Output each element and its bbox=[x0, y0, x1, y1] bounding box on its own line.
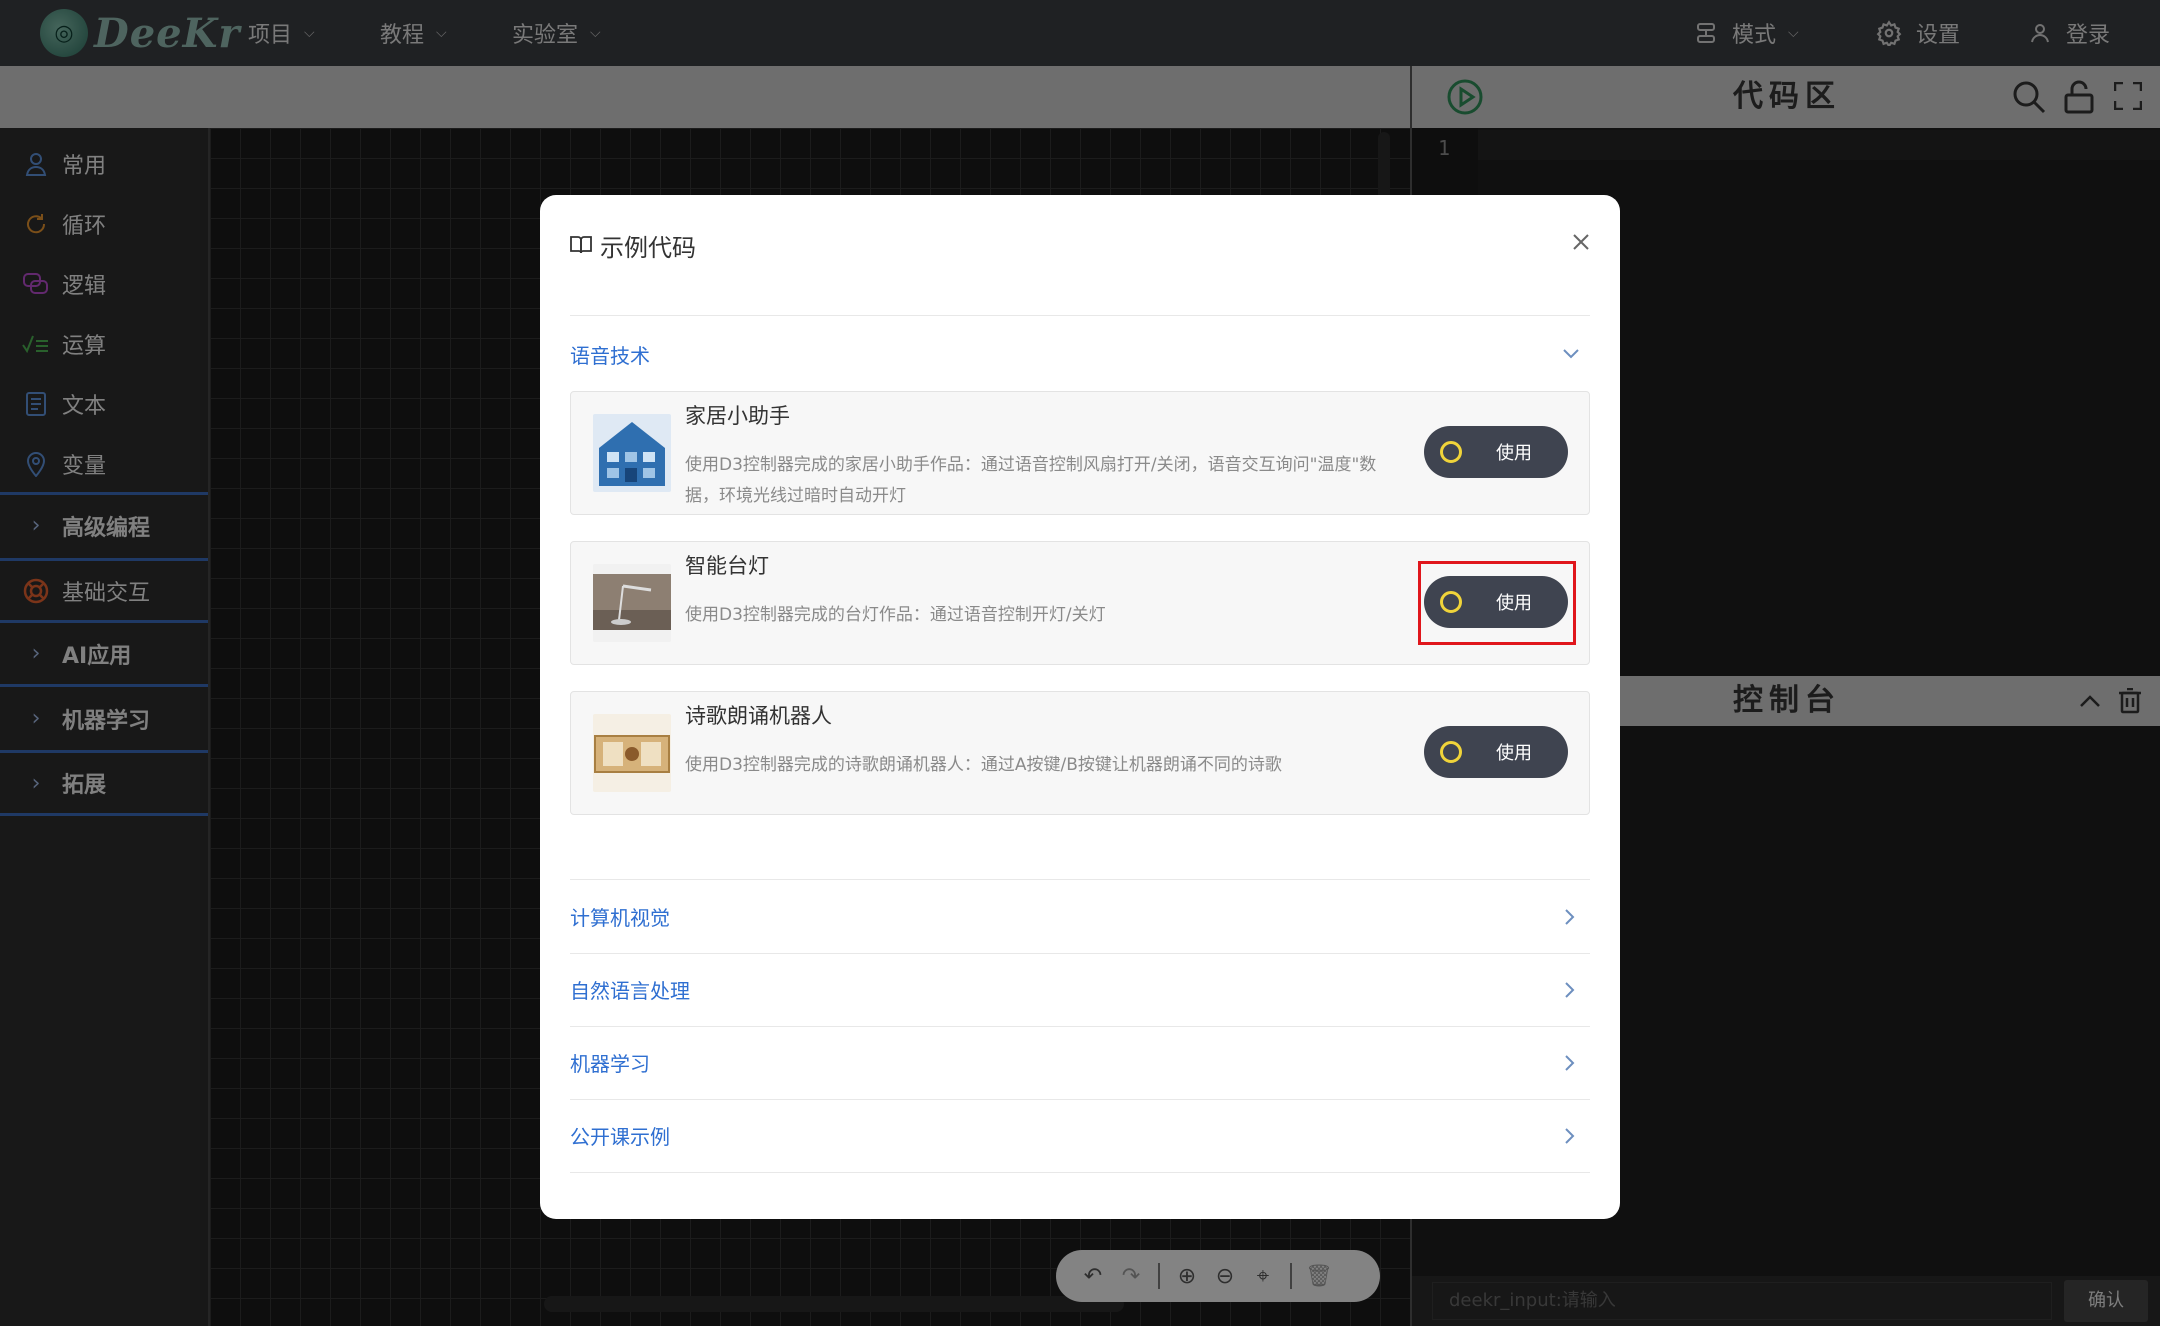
chevron-down-icon bbox=[1563, 349, 1579, 359]
example-card: 诗歌朗诵机器人 使用D3控制器完成的诗歌朗诵机器人：通过A按键/B按键让机器朗诵… bbox=[570, 691, 1590, 815]
dialog-divider bbox=[570, 315, 1590, 316]
dialog-title-text: 示例代码 bbox=[600, 233, 696, 262]
section-label: 自然语言处理 bbox=[570, 979, 690, 1003]
section-label: 计算机视觉 bbox=[570, 906, 670, 930]
card-title: 智能台灯 bbox=[685, 554, 769, 578]
ring-icon bbox=[1440, 441, 1462, 463]
close-icon[interactable] bbox=[1566, 227, 1596, 257]
card-title: 诗歌朗诵机器人 bbox=[685, 704, 832, 728]
app-root: ◎ DeeKr 项目 ⌵ 教程 ⌵ 实验室 ⌵ 模式 ⌵ 设置 登录 ↶ ↷ ⊕… bbox=[0, 0, 2160, 1326]
section-speech[interactable]: 语音技术 bbox=[570, 317, 1590, 391]
chevron-right-icon bbox=[1565, 1127, 1575, 1144]
poetry-robot-thumbnail bbox=[593, 714, 671, 792]
use-button-label: 使用 bbox=[1496, 443, 1532, 464]
dialog-title: 示例代码 bbox=[570, 225, 696, 265]
desk-lamp-thumbnail bbox=[593, 564, 671, 642]
card-description: 使用D3控制器完成的诗歌朗诵机器人：通过A按键/B按键让机器朗诵不同的诗歌 bbox=[685, 755, 1282, 775]
section-computer-vision[interactable]: 计算机视觉 bbox=[570, 880, 1590, 954]
card-title: 家居小助手 bbox=[685, 404, 790, 428]
card-description: 使用D3控制器完成的家居小助手作品：通过语音控制风扇打开/关闭，语音交互询问"温… bbox=[685, 455, 1377, 506]
book-icon bbox=[570, 236, 592, 254]
use-button[interactable]: 使用 bbox=[1424, 726, 1568, 778]
chevron-right-icon bbox=[1565, 1054, 1575, 1071]
section-label: 机器学习 bbox=[570, 1052, 650, 1076]
card-description: 使用D3控制器完成的台灯作品：通过语音控制开灯/关灯 bbox=[685, 605, 1106, 625]
use-button-label: 使用 bbox=[1496, 743, 1532, 764]
example-code-dialog: 示例代码 语音技术 家居小助手 使用D3控制器完成的家居小助手作品：通过语音控制… bbox=[540, 195, 1620, 1219]
section-label: 公开课示例 bbox=[570, 1125, 670, 1149]
example-card: 家居小助手 使用D3控制器完成的家居小助手作品：通过语音控制风扇打开/关闭，语音… bbox=[570, 391, 1590, 515]
section-nlp[interactable]: 自然语言处理 bbox=[570, 953, 1590, 1027]
highlight-box bbox=[1418, 561, 1576, 645]
section-label: 语音技术 bbox=[570, 343, 650, 368]
use-button[interactable]: 使用 bbox=[1424, 426, 1568, 478]
smart-home-thumbnail bbox=[593, 414, 671, 492]
chevron-right-icon bbox=[1565, 908, 1575, 925]
ring-icon bbox=[1440, 741, 1462, 763]
section-machine-learning[interactable]: 机器学习 bbox=[570, 1026, 1590, 1100]
section-public-course[interactable]: 公开课示例 bbox=[570, 1099, 1590, 1173]
chevron-right-icon bbox=[1565, 981, 1575, 998]
